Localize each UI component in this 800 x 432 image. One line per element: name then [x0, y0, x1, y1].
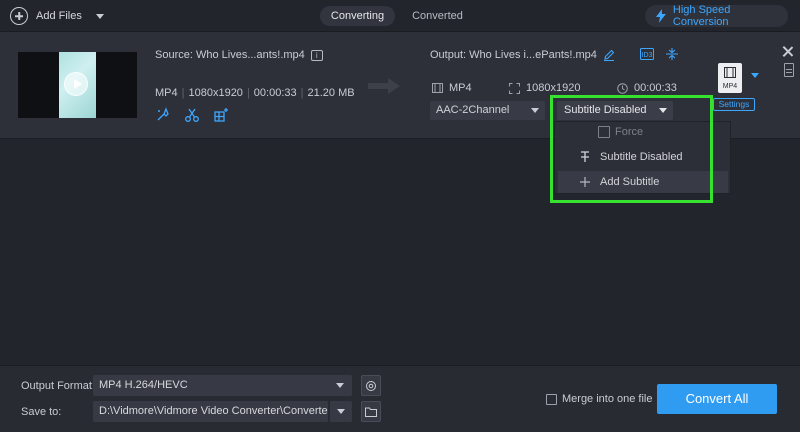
clock-icon [617, 82, 628, 94]
close-icon[interactable] [782, 46, 793, 57]
source-duration: 00:00:33 [253, 87, 297, 99]
format-badge-label: MP4 [722, 83, 738, 90]
pencil-icon[interactable] [603, 49, 615, 61]
chevron-down-icon [531, 108, 539, 113]
output-format-badge[interactable]: MP4 [718, 63, 742, 93]
tab-converted[interactable]: Converted [405, 6, 470, 26]
tab-converting[interactable]: Converting [320, 6, 395, 26]
merge-label: Merge into one file [562, 393, 653, 405]
arrow-right-icon [368, 78, 400, 94]
highlight-box [550, 95, 713, 203]
lightning-icon [655, 9, 666, 23]
add-files-label: Add Files [36, 10, 82, 22]
play-icon[interactable] [64, 72, 88, 96]
source-format: MP4 [155, 87, 178, 99]
plus-circle-icon [10, 7, 28, 25]
chevron-down-icon [336, 383, 344, 388]
source-meta: MP4 | 1080x1920 | 00:00:33 | 21.20 MB [155, 87, 355, 99]
chevron-down-icon[interactable] [751, 73, 759, 78]
output-filename: Output: Who Lives i...ePants!.mp4 [430, 49, 597, 61]
format-settings-button[interactable] [361, 375, 381, 396]
output-duration: 00:00:33 [634, 82, 677, 94]
settings-icon [366, 381, 376, 391]
chevron-down-icon [337, 409, 345, 414]
convert-all-button[interactable]: Convert All [657, 384, 777, 414]
media-info-icon[interactable]: ID3 [640, 48, 654, 60]
info-icon[interactable]: i [310, 49, 323, 61]
save-path-input[interactable]: D:\Vidmore\Vidmore Video Converter\Conve… [93, 401, 328, 422]
film-icon [724, 67, 736, 78]
source-size: 21.20 MB [307, 87, 355, 99]
enhance-icon[interactable] [155, 107, 171, 123]
source-resolution: 1080x1920 [188, 87, 243, 99]
add-files-button[interactable]: Add Files [10, 6, 104, 26]
audio-track-select[interactable]: AAC-2Channel [430, 101, 545, 120]
output-tools: ID3 [640, 48, 678, 60]
output-resolution: 1080x1920 [526, 82, 581, 94]
settings-button[interactable]: Settings [713, 98, 755, 111]
file-details-icon[interactable] [784, 63, 794, 77]
resize-icon [509, 82, 520, 94]
merge-option[interactable]: Merge into one file [546, 393, 653, 405]
high-speed-conversion-button[interactable]: High Speed Conversion [645, 4, 788, 28]
compress-icon[interactable] [666, 48, 678, 60]
output-format-value: MP4 H.264/HEVC [99, 379, 188, 391]
svg-text:ID3: ID3 [642, 52, 653, 59]
chevron-down-icon[interactable] [95, 13, 104, 19]
output-file: Output: Who Lives i...ePants!.mp4 [430, 49, 615, 61]
scissors-icon[interactable] [184, 107, 200, 123]
high-speed-conversion-label: High Speed Conversion [672, 4, 731, 28]
output-format-label: Output Format: [21, 380, 95, 392]
save-path-dropdown[interactable] [330, 401, 352, 422]
open-folder-button[interactable] [361, 401, 381, 422]
folder-icon [365, 407, 377, 417]
film-icon [432, 83, 443, 93]
source-file: Source: Who Lives...ants!.mp4 i [155, 49, 323, 61]
output-format-select[interactable]: MP4 H.264/HEVC [93, 375, 352, 396]
source-filename: Source: Who Lives...ants!.mp4 [155, 49, 305, 61]
audio-track-value: AAC-2Channel [436, 104, 510, 116]
merge-checkbox[interactable] [546, 393, 557, 405]
edit-effects-icon[interactable] [213, 107, 229, 123]
save-to-label: Save to: [21, 406, 62, 418]
edit-tools [155, 107, 229, 123]
output-format: MP4 [449, 82, 472, 94]
